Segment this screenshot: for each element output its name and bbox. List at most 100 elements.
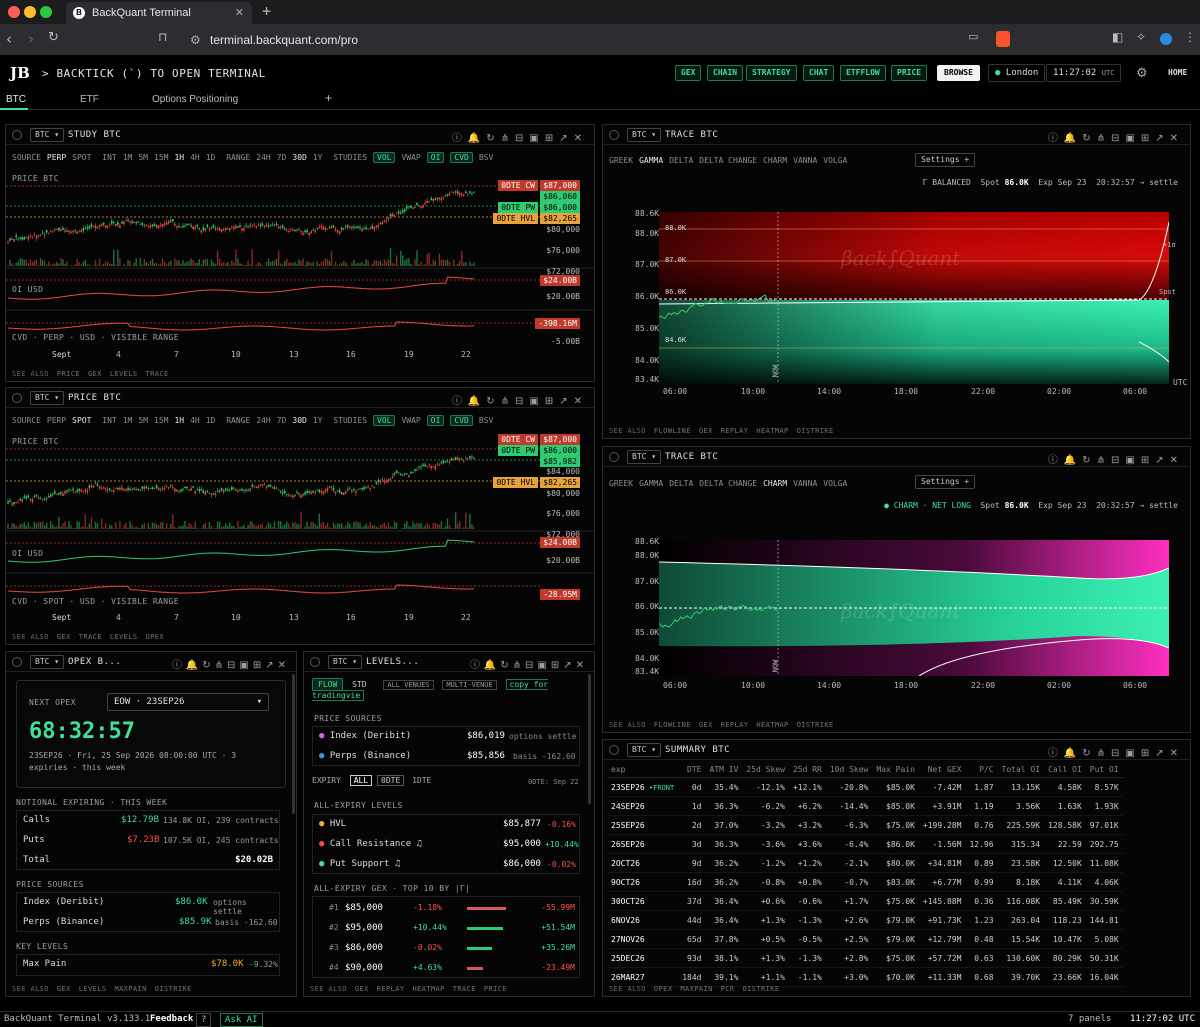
study-oi[interactable]: OI [426, 415, 445, 426]
study-bsv[interactable]: BSV [479, 153, 493, 162]
table-row[interactable]: 30OCT26 37d 36.4% +0.6% -0.6% +1.7% $75.0K +145… [607, 891, 1123, 911]
bell-icon[interactable]: ♫ [417, 839, 422, 849]
source-spot[interactable]: SPOT [72, 416, 91, 425]
range-24h[interactable]: 24H [256, 153, 270, 162]
bell-icon[interactable]: ♫ [395, 859, 400, 869]
symbol-select[interactable]: BTC ▾ [30, 391, 65, 405]
see-also-link[interactable]: PRICE [484, 985, 507, 993]
range-1y[interactable]: 1Y [313, 153, 323, 162]
see-also-link[interactable]: GEX [57, 633, 71, 641]
scrollbar[interactable] [292, 674, 295, 814]
int-5m[interactable]: 5M [138, 153, 148, 162]
expiry-0dte[interactable]: 0DTE [377, 775, 405, 786]
settings-button[interactable]: Settings + [915, 153, 976, 167]
see-also-link[interactable]: OPEX [654, 985, 672, 993]
settings-gear-icon[interactable]: ⚙ [1136, 66, 1148, 81]
study-vwap[interactable]: VWAP [401, 416, 420, 425]
source-perp[interactable]: PERP [47, 153, 66, 162]
greek-gamma[interactable]: GAMMA [639, 479, 663, 488]
see-also-link[interactable]: OISTRIKE [743, 985, 780, 993]
see-also-link[interactable]: MAXPAIN [680, 985, 712, 993]
see-also-link[interactable]: GEX [699, 427, 713, 435]
reload-icon[interactable]: ↻ [48, 30, 59, 45]
column-header[interactable]: 10d Skew [825, 762, 873, 778]
expiry-1dte[interactable]: 1DTE [409, 776, 434, 785]
column-header[interactable]: Net GEX [918, 762, 966, 778]
symbol-select[interactable]: BTC ▾ [627, 128, 662, 142]
range-1y[interactable]: 1Y [313, 416, 323, 425]
see-also-link[interactable]: HEATMAP [756, 427, 788, 435]
site-info-icon[interactable]: ⚙ [190, 28, 201, 52]
url-field[interactable]: ⚙ terminal.backquant.com/pro [180, 28, 950, 52]
expiry-select[interactable]: EOW · 23SEP26 ▾ [107, 693, 269, 711]
panel-toolbar-icons[interactable]: ⓘ🔔↻⋔⊟▣⊞↗✕ [452, 392, 588, 407]
new-tab-icon[interactable]: + [262, 2, 271, 20]
table-row[interactable]: 9OCT26 16d 36.2% -0.8% +0.8% -0.7% $83.0K +6.77… [607, 872, 1123, 892]
panel-toolbar-icons[interactable]: ⓘ🔔↻⋔⊟▣⊞↗✕ [1048, 744, 1184, 759]
table-row[interactable]: 26MAR27 184d 39.1% +1.1% -1.1% +3.0% $70.0K +11… [607, 967, 1123, 987]
see-also-link[interactable]: MAXPAIN [114, 985, 146, 993]
int-1m[interactable]: 1M [123, 416, 133, 425]
browse-button[interactable]: BROWSE [937, 65, 980, 81]
nav-chain-button[interactable]: CHAIN [707, 65, 744, 81]
see-also-link[interactable]: TRACE [146, 370, 169, 378]
home-button[interactable]: HOME [1168, 68, 1187, 77]
table-row[interactable]: 23SEP26 •FRONT 0d 35.4% -12.1% +12.1% -20.8% $… [607, 777, 1123, 797]
browser-tab[interactable]: B BackQuant Terminal ✕ [66, 2, 252, 24]
panel-toolbar-icons[interactable]: ⓘ🔔↻⋔⊟▣⊞↗✕ [1048, 451, 1184, 466]
location-badge[interactable]: ● London [988, 64, 1046, 82]
see-also-link[interactable]: LEVELS [110, 633, 138, 641]
greek-delta[interactable]: DELTA [669, 156, 693, 165]
see-also-link[interactable]: LEVELS [110, 370, 138, 378]
int-4h[interactable]: 4H [190, 416, 200, 425]
column-header[interactable]: 25d RR [788, 762, 826, 778]
table-row[interactable]: 2OCT26 9d 36.2% -1.2% +1.2% -2.1% $80.0K +34.81… [607, 853, 1123, 873]
see-also-link[interactable]: REPLAY [377, 985, 405, 993]
extensions-icon[interactable]: ✧ [1136, 30, 1146, 44]
see-also-link[interactable]: GEX [699, 721, 713, 729]
panel-circle-icon[interactable] [12, 393, 22, 403]
price-candles-chart[interactable] [6, 443, 595, 613]
greek-volga[interactable]: VOLGA [823, 156, 847, 165]
tab-etf[interactable]: ETF [80, 94, 99, 105]
menu-icon[interactable]: ⋮ [1184, 30, 1196, 44]
scrollbar[interactable] [588, 674, 591, 804]
symbol-select[interactable]: BTC ▾ [30, 128, 65, 142]
greek-gamma[interactable]: GAMMA [639, 156, 663, 165]
range-7d[interactable]: 7D [277, 153, 287, 162]
panel-circle-icon[interactable] [310, 657, 320, 667]
greek-volga[interactable]: VOLGA [823, 479, 847, 488]
see-also-link[interactable]: REPLAY [721, 721, 749, 729]
cast-icon[interactable]: ▭ [968, 30, 978, 43]
int-1d[interactable]: 1D [206, 416, 216, 425]
greek-charm[interactable]: CHARM [763, 479, 787, 488]
int-1m[interactable]: 1M [123, 153, 133, 162]
see-also-link[interactable]: FLOWLINE [654, 427, 691, 435]
nav-strategy-button[interactable]: STRATEGY [746, 65, 797, 81]
panel-toolbar-icons[interactable]: ⓘ🔔↻⋔⊟▣⊞↗✕ [172, 656, 290, 671]
study-vol[interactable]: VOL [373, 152, 396, 163]
nav-chat-button[interactable]: CHAT [803, 65, 835, 81]
see-also-link[interactable]: GEX [88, 370, 102, 378]
nav-etfflow-button[interactable]: ETFFLOW [840, 65, 886, 81]
int-4h[interactable]: 4H [190, 153, 200, 162]
back-icon[interactable]: ‹ [6, 30, 12, 48]
column-header[interactable]: Max Pain [872, 762, 919, 778]
see-also-link[interactable]: OPEX [146, 633, 164, 641]
feedback-button[interactable]: Feedback [150, 1014, 193, 1024]
table-row[interactable]: 26SEP26 3d 36.3% -3.6% +3.6% -6.4% $86.0K -1.56… [607, 834, 1123, 854]
greek-delta[interactable]: DELTA [669, 479, 693, 488]
range-30d[interactable]: 30D [292, 153, 306, 162]
tab-close-icon[interactable]: ✕ [235, 2, 244, 24]
panel-circle-icon[interactable] [609, 745, 619, 755]
tab-std[interactable]: STD [352, 680, 366, 689]
column-header[interactable]: ATM IV [705, 762, 743, 778]
greek-vanna[interactable]: VANNA [793, 479, 817, 488]
greek-delta-change[interactable]: DELTA CHANGE [699, 479, 757, 488]
see-also-link[interactable]: GEX [57, 985, 71, 993]
add-tab-button[interactable]: + [325, 91, 332, 105]
range-24h[interactable]: 24H [256, 416, 270, 425]
see-also-link[interactable]: OISTRIKE [155, 985, 192, 993]
settings-button[interactable]: Settings + [915, 475, 976, 489]
see-also-link[interactable]: HEATMAP [756, 721, 788, 729]
